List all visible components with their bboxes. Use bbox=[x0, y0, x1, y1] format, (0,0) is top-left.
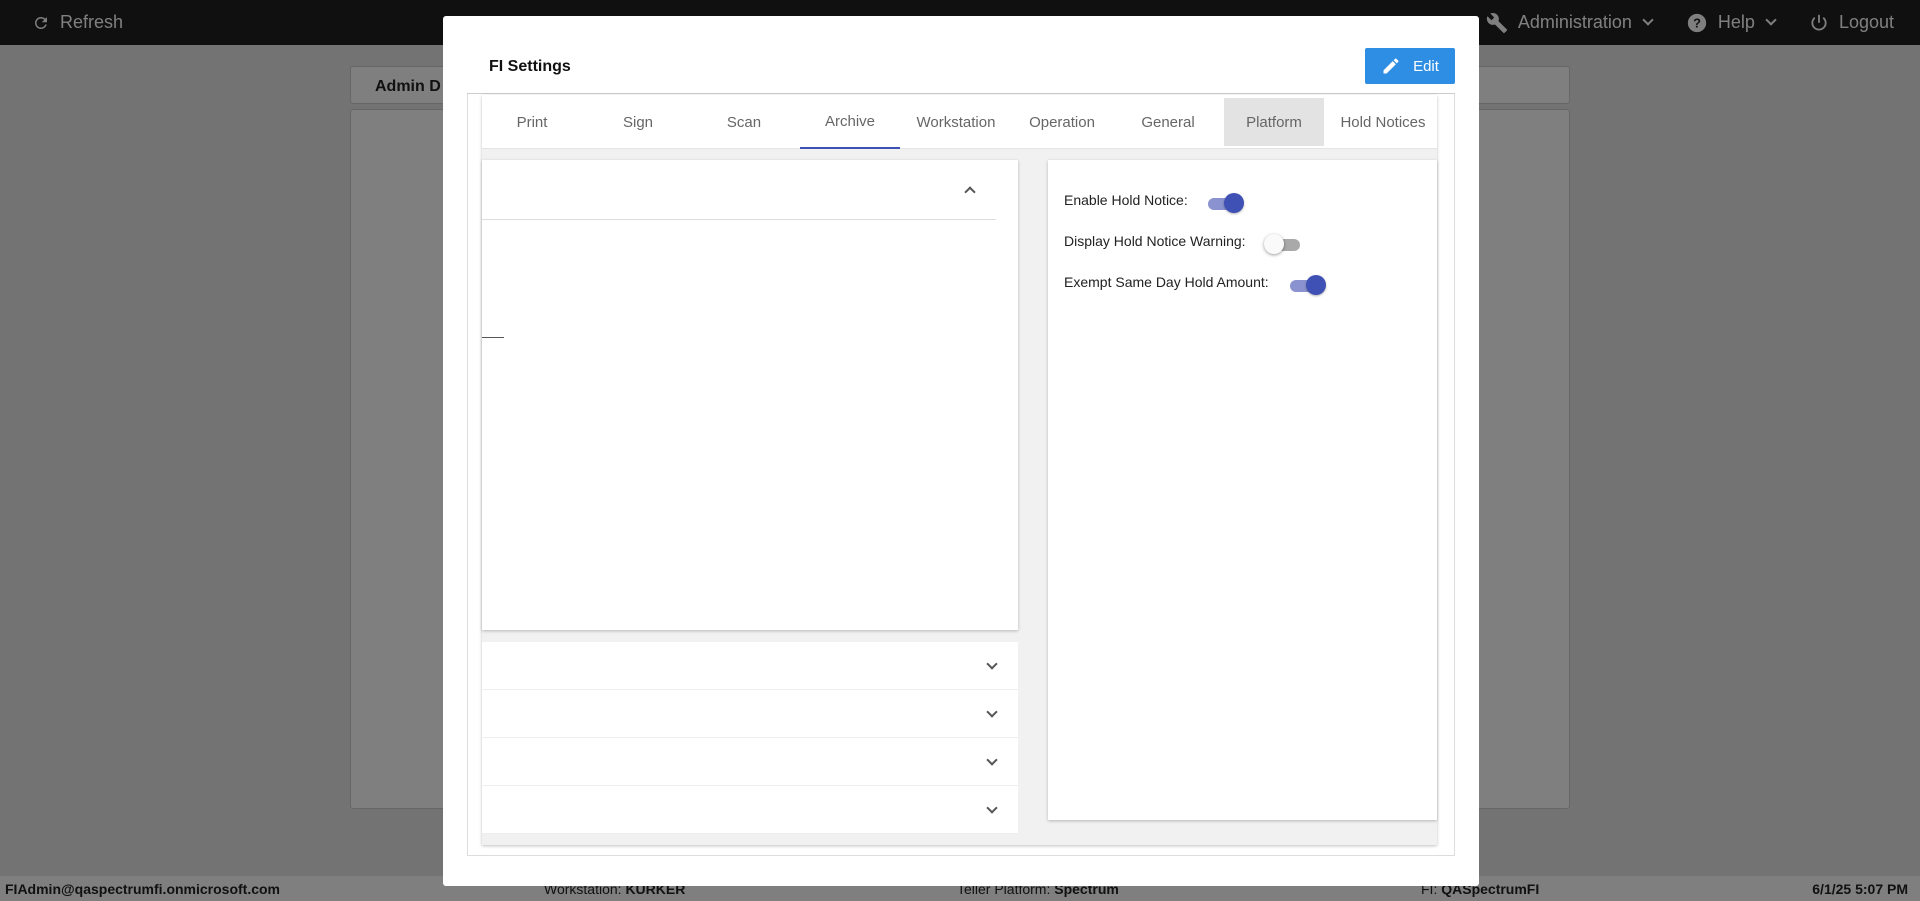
tab-platform[interactable]: Platform bbox=[1224, 98, 1324, 146]
tab-print[interactable]: Print bbox=[482, 95, 582, 149]
chevron-down-icon bbox=[986, 706, 998, 718]
fi-settings-dialog: FI Settings Edit Print Sign Scan Archive… bbox=[443, 16, 1479, 886]
accordion-row[interactable] bbox=[482, 738, 1018, 786]
chevron-down-icon bbox=[986, 658, 998, 670]
display-hold-notice-warning-label: Display Hold Notice Warning: bbox=[1064, 233, 1246, 249]
edit-label: Edit bbox=[1413, 57, 1439, 75]
tab-operation[interactable]: Operation bbox=[1012, 95, 1112, 149]
toggle-thumb bbox=[1306, 275, 1326, 295]
chevron-down-icon bbox=[986, 802, 998, 814]
chevron-down-icon bbox=[986, 754, 998, 766]
toggle-thumb bbox=[1264, 234, 1284, 254]
settings-tabs-panel: Print Sign Scan Archive Workstation Oper… bbox=[482, 95, 1437, 845]
expanded-section-card bbox=[482, 160, 1018, 630]
enable-hold-notice-label: Enable Hold Notice: bbox=[1064, 192, 1188, 208]
tab-workstation[interactable]: Workstation bbox=[906, 95, 1006, 149]
accordion-row[interactable] bbox=[482, 690, 1018, 738]
exempt-same-day-hold-amount-toggle[interactable] bbox=[1288, 273, 1326, 297]
hold-notice-settings-card: Enable Hold Notice: Display Hold Notice … bbox=[1048, 160, 1437, 820]
display-hold-notice-warning-toggle[interactable] bbox=[1264, 232, 1302, 256]
tab-scan[interactable]: Scan bbox=[694, 95, 794, 149]
dialog-header: FI Settings Edit bbox=[467, 40, 1455, 94]
tab-hold-notices[interactable]: Hold Notices bbox=[1330, 95, 1436, 149]
expanded-section-header[interactable] bbox=[482, 160, 996, 220]
dialog-title: FI Settings bbox=[489, 58, 571, 75]
tab-archive[interactable]: Archive bbox=[800, 95, 900, 149]
tab-general[interactable]: General bbox=[1118, 95, 1218, 149]
enable-hold-notice-toggle[interactable] bbox=[1206, 191, 1244, 215]
edit-button[interactable]: Edit bbox=[1365, 48, 1455, 84]
exempt-same-day-hold-amount-label: Exempt Same Day Hold Amount: bbox=[1064, 274, 1269, 290]
tab-sign[interactable]: Sign bbox=[588, 95, 688, 149]
pencil-icon bbox=[1383, 58, 1399, 74]
chevron-up-icon bbox=[964, 186, 976, 198]
field-underline bbox=[482, 337, 504, 338]
toggle-thumb bbox=[1224, 193, 1244, 213]
accordion-row[interactable] bbox=[482, 786, 1018, 834]
tab-bar: Print Sign Scan Archive Workstation Oper… bbox=[482, 95, 1437, 149]
accordion-row[interactable] bbox=[482, 642, 1018, 690]
